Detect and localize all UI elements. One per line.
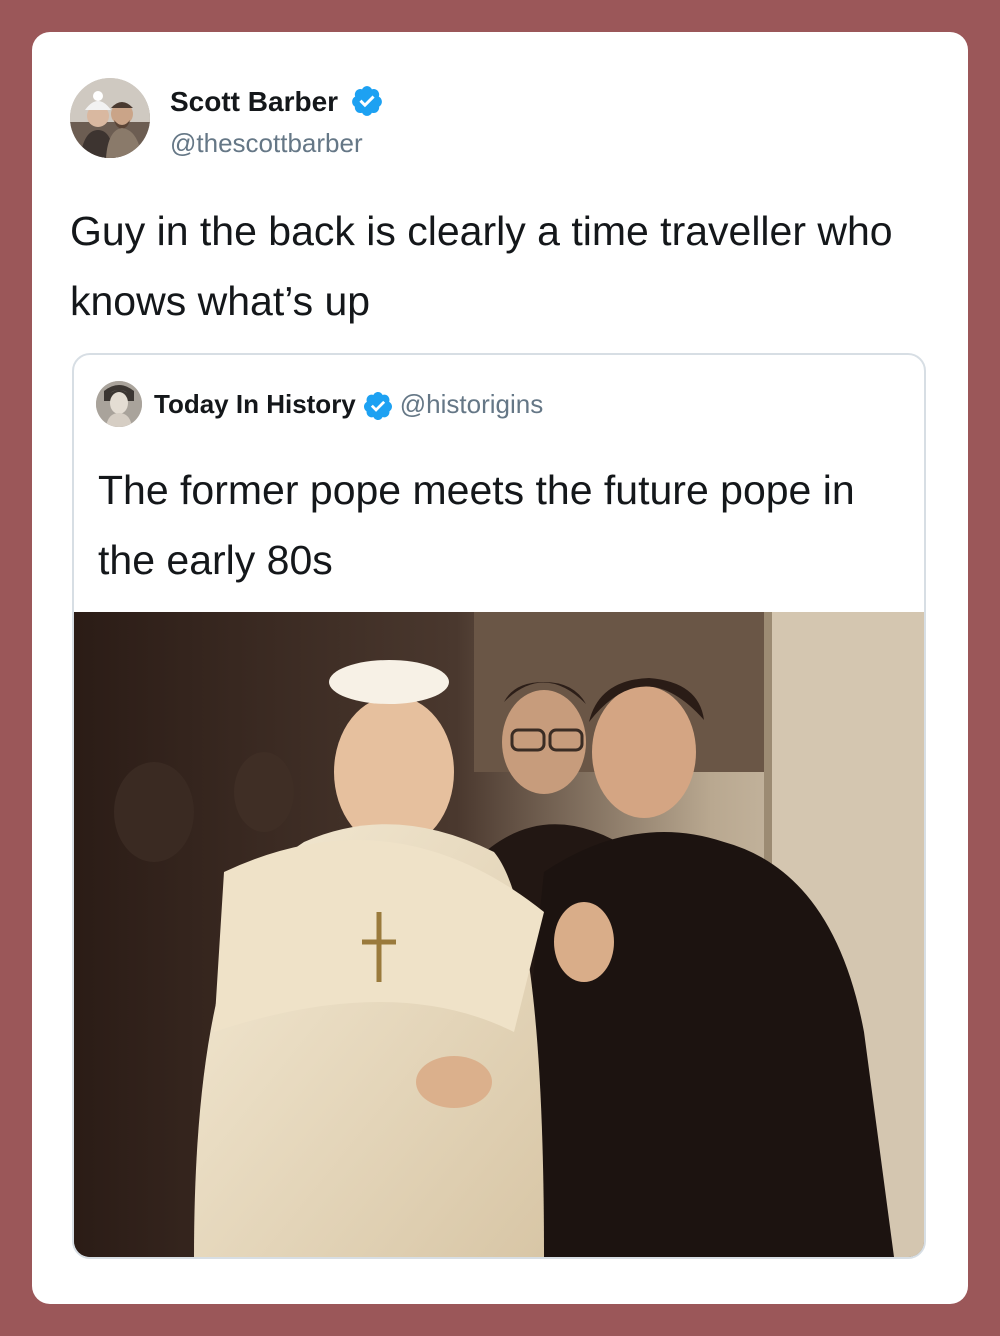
profile-photo-statue-icon xyxy=(96,381,142,427)
tweet-card: Scott Barber @thescottbarber Guy in the … xyxy=(32,32,968,1304)
quoted-author-handle[interactable]: @historigins xyxy=(400,389,543,419)
author-handle[interactable]: @thescottbarber xyxy=(170,128,363,158)
quoted-author-name[interactable]: Today In History xyxy=(154,389,356,419)
quoted-tweet-text: The former pope meets the future pope in… xyxy=(98,467,855,583)
quoted-tweet[interactable]: Today In History @historigins The former… xyxy=(72,353,926,1259)
photo-pope-meeting-icon xyxy=(74,612,924,1257)
author-avatar[interactable] xyxy=(70,78,150,158)
tweet-text: Guy in the back is clearly a time travel… xyxy=(70,208,893,324)
author-name-row[interactable]: Scott Barber xyxy=(170,84,384,121)
quoted-tweet-media[interactable] xyxy=(74,612,924,1257)
verified-badge-icon xyxy=(351,85,382,116)
profile-photo-couple-icon xyxy=(70,78,150,158)
verified-badge-icon xyxy=(363,391,392,420)
author-name[interactable]: Scott Barber xyxy=(170,86,338,117)
quoted-author-row[interactable]: Today In History @historigins xyxy=(154,385,543,428)
quoted-author-avatar[interactable] xyxy=(96,381,142,427)
